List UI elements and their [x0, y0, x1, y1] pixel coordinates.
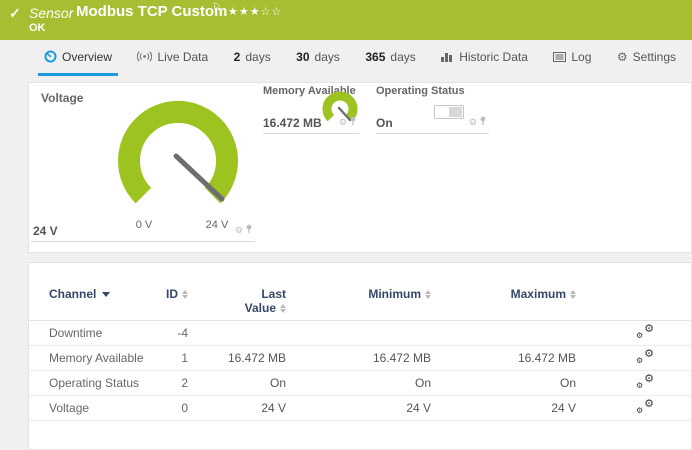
- channel-max: On: [431, 376, 576, 390]
- header-label: Value: [245, 301, 276, 315]
- channel-id: 1: [149, 351, 188, 365]
- tab-365-days[interactable]: 365 days: [359, 40, 421, 76]
- channel-max: 16.472 MB: [431, 351, 576, 365]
- channels-table: Channel ID Last Value Minimum: [29, 283, 691, 421]
- voltage-gauge-card: Voltage 0 V 24 V 24 V ⚙: [31, 87, 255, 242]
- table-row-operating-status: Operating Status 2 On On On ⚙⚙: [29, 371, 691, 396]
- tab-label: Live Data: [157, 50, 208, 64]
- channel-id: 0: [149, 401, 188, 415]
- log-list-icon: [553, 52, 566, 62]
- flag-icon[interactable]: ⚐: [212, 2, 221, 13]
- gauges-panel: Voltage 0 V 24 V 24 V ⚙ Memory Available: [28, 82, 692, 253]
- col-header-last-value[interactable]: Last Value: [188, 287, 286, 316]
- gear-icon: ⚙: [617, 51, 628, 63]
- channel-min: 24 V: [286, 401, 431, 415]
- header-label: Maximum: [511, 287, 566, 301]
- channels-panel: Channel ID Last Value Minimum: [28, 262, 692, 450]
- tab-number: 30: [296, 50, 309, 64]
- header-label: Minimum: [368, 287, 421, 301]
- col-header-channel[interactable]: Channel: [49, 287, 149, 301]
- gauge-scale-min: 0 V: [129, 219, 159, 231]
- header-label: Channel: [49, 287, 96, 301]
- col-header-minimum[interactable]: Minimum: [286, 287, 431, 301]
- col-header-id[interactable]: ID: [149, 287, 188, 301]
- channel-last: On: [188, 376, 286, 390]
- table-row-downtime: Downtime -4 ⚙⚙: [29, 321, 691, 346]
- channel-name: Operating Status: [49, 376, 149, 390]
- voltage-title: Voltage: [41, 91, 83, 105]
- voltage-value: 24 V: [33, 224, 58, 238]
- tab-label: Log: [571, 50, 591, 64]
- priority-stars[interactable]: ★★★☆☆: [228, 5, 282, 18]
- pin-icon[interactable]: [245, 221, 253, 239]
- gauge-settings-gear-icon[interactable]: ⚙: [235, 226, 243, 235]
- voltage-gauge: [103, 89, 253, 224]
- tab-30-days[interactable]: 30 days: [290, 40, 346, 76]
- channel-last: 16.472 MB: [188, 351, 286, 365]
- channel-settings-icon[interactable]: ⚙⚙: [636, 349, 654, 364]
- tab-label: Settings: [633, 50, 676, 64]
- tab-log[interactable]: Log: [547, 40, 597, 76]
- gauge-settings-gear-icon[interactable]: ⚙: [339, 118, 347, 127]
- col-header-maximum[interactable]: Maximum: [431, 287, 576, 301]
- sensor-overview-page: ✓ Sensor Modbus TCP Custom ⚐ ★★★☆☆ OK Ov…: [0, 0, 692, 450]
- tab-2-days[interactable]: 2 days: [228, 40, 277, 76]
- gauge-scale-max: 24 V: [197, 219, 237, 231]
- channel-name: Downtime: [49, 326, 149, 340]
- bar-chart-icon: [441, 51, 454, 62]
- tab-settings[interactable]: ⚙ Settings: [611, 40, 682, 76]
- channel-id: 2: [149, 376, 188, 390]
- header-label: Last: [261, 287, 286, 301]
- sensor-header: ✓ Sensor Modbus TCP Custom ⚐ ★★★☆☆ OK: [0, 0, 692, 40]
- tab-label: days: [245, 50, 270, 64]
- channel-name: Memory Available: [49, 351, 149, 365]
- sort-icon: [280, 304, 286, 313]
- tab-label: Historic Data: [459, 50, 528, 64]
- channel-max: 24 V: [431, 401, 576, 415]
- channel-last: 24 V: [188, 401, 286, 415]
- table-row-memory-available: Memory Available 1 16.472 MB 16.472 MB 1…: [29, 346, 691, 371]
- tab-historic-data[interactable]: Historic Data: [435, 40, 534, 76]
- sensor-title: Modbus TCP Custom: [76, 3, 227, 20]
- sort-desc-icon: [102, 292, 110, 297]
- tab-number: 365: [365, 50, 385, 64]
- tab-bar: Overview Live Data 2 days 30 days 365 da…: [0, 40, 692, 76]
- pin-icon[interactable]: [479, 113, 487, 131]
- channel-min: On: [286, 376, 431, 390]
- tab-overview[interactable]: Overview: [38, 40, 118, 76]
- channel-id: -4: [149, 326, 188, 340]
- memory-gauge-card: Memory Available 16.472 MB ⚙: [263, 85, 359, 134]
- table-row-voltage: Voltage 0 24 V 24 V 24 V ⚙⚙: [29, 396, 691, 421]
- operating-title: Operating Status: [376, 85, 465, 97]
- channel-name: Voltage: [49, 401, 149, 415]
- memory-value: 16.472 MB: [263, 116, 322, 130]
- pin-icon[interactable]: [349, 113, 357, 131]
- ok-check-icon: ✓: [9, 5, 21, 22]
- tab-label: Overview: [62, 50, 112, 64]
- table-header-row: Channel ID Last Value Minimum: [29, 283, 691, 321]
- tab-live-data[interactable]: Live Data: [131, 40, 214, 76]
- sensor-type-label: Sensor: [29, 5, 73, 21]
- channel-settings-icon[interactable]: ⚙⚙: [636, 374, 654, 389]
- tab-label: days: [315, 50, 340, 64]
- gauge-icon: [44, 50, 57, 63]
- operating-status-card: Operating Status On ⚙: [376, 85, 489, 134]
- channel-settings-icon[interactable]: ⚙⚙: [636, 399, 654, 414]
- channel-min: 16.472 MB: [286, 351, 431, 365]
- sort-icon: [570, 290, 576, 299]
- channel-settings-icon[interactable]: ⚙⚙: [636, 324, 654, 339]
- tab-number: 2: [234, 50, 241, 64]
- tab-label: days: [390, 50, 415, 64]
- toggle-knob: [449, 107, 462, 117]
- status-badge: OK: [29, 22, 46, 34]
- header-label: ID: [166, 287, 178, 301]
- operating-value: On: [376, 116, 393, 130]
- live-data-icon: [137, 51, 152, 62]
- status-toggle: [434, 105, 464, 119]
- gauge-settings-gear-icon[interactable]: ⚙: [469, 118, 477, 127]
